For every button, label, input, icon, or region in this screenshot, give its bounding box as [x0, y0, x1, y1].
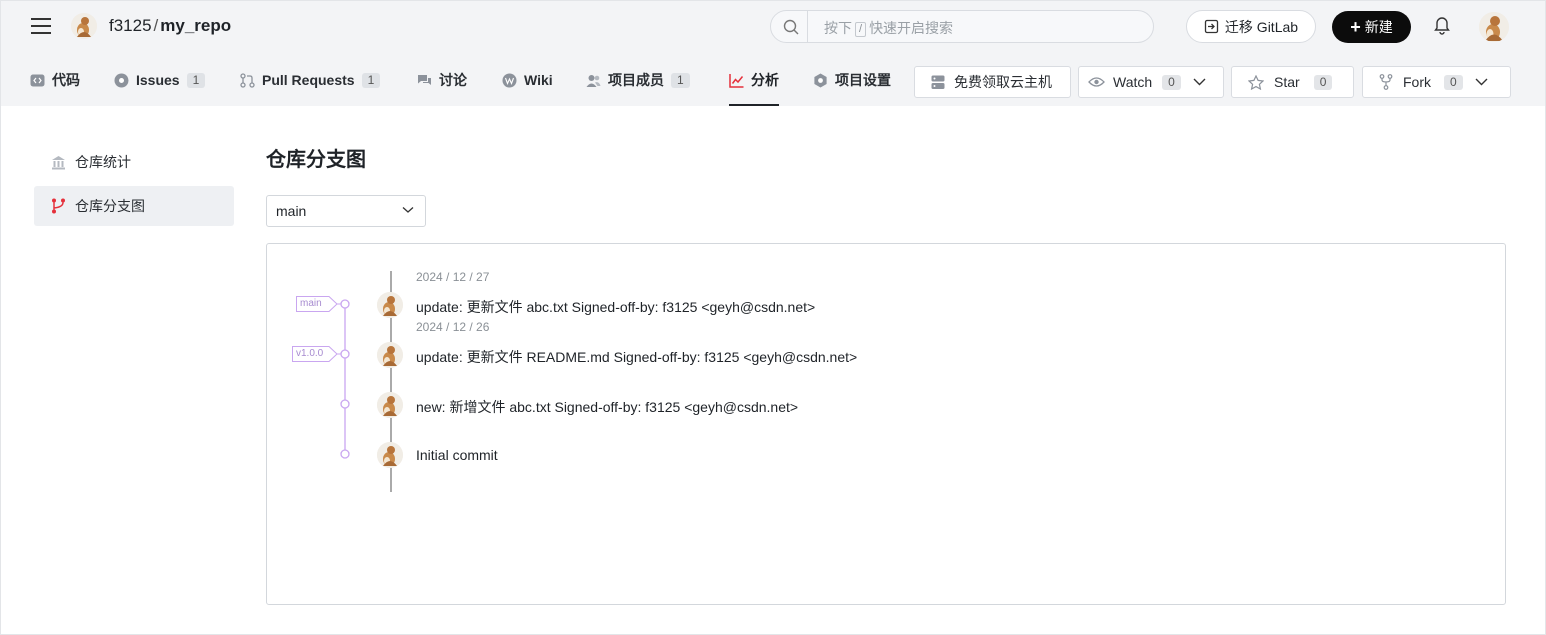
sidebar-item-branch-graph[interactable]: 仓库分支图: [34, 186, 234, 226]
sidebar-item-repo-stats[interactable]: 仓库统计: [34, 142, 234, 182]
commit-author-avatar: [377, 442, 403, 468]
fork-count: 0: [1444, 74, 1463, 90]
star-icon: [1248, 74, 1264, 90]
repo-nav: 代码 Issues 1 Pull Requests 1 讨论 Wiki 项目成员…: [1, 54, 1545, 106]
commit-message[interactable]: Initial commit: [416, 447, 498, 463]
search-placeholder: 按下 / 快速开启搜索: [824, 18, 953, 38]
chevron-down-icon[interactable]: [1475, 78, 1488, 86]
repo-owner-avatar[interactable]: [71, 13, 97, 39]
tab-discussions-label: 讨论: [439, 72, 467, 88]
repo-stats-icon: [52, 155, 65, 169]
commit-node: [340, 399, 350, 409]
star-count: 0: [1313, 74, 1333, 90]
search-icon: [783, 19, 799, 35]
tab-members[interactable]: 项目成员 1: [586, 54, 690, 106]
migrate-gitlab-label: 迁移 GitLab: [1224, 18, 1299, 35]
chevron-down-icon[interactable]: [1193, 78, 1206, 86]
branch-graph: main v1.0.0 2024 / 12 / 27 2024 / 12 / 2…: [266, 243, 1506, 605]
repo-breadcrumb: f3125/my_repo: [109, 16, 231, 36]
notification-bell-icon[interactable]: [1433, 15, 1451, 35]
search-placeholder-suffix: 快速开启搜索: [869, 20, 954, 36]
ref-tag-v1: v1.0.0: [296, 348, 324, 359]
commit-message[interactable]: update: 更新文件 README.md Signed-off-by: f3…: [416, 347, 857, 367]
branch-graph-icon: [52, 198, 65, 214]
tab-settings[interactable]: 项目设置: [813, 54, 891, 106]
tab-members-count: 1: [671, 72, 690, 88]
commit-message[interactable]: update: 更新文件 abc.txt Signed-off-by: f312…: [416, 297, 815, 317]
plus-icon: +: [1350, 17, 1361, 37]
server-icon: [931, 75, 945, 89]
search-shortcut-key: /: [855, 22, 867, 37]
commit-node: [340, 349, 350, 359]
chart-icon: [729, 73, 744, 88]
tab-code-label: 代码: [52, 72, 80, 88]
tab-pull-requests-label: Pull Requests: [262, 72, 355, 88]
tab-pull-requests[interactable]: Pull Requests 1: [240, 54, 381, 106]
top-header: f3125/my_repo 按下 / 快速开启搜索 迁移 GitLab + 新建: [1, 1, 1545, 53]
tab-pull-requests-count: 1: [361, 72, 381, 88]
fork-label: Fork: [1403, 74, 1431, 90]
tab-wiki-label: Wiki: [524, 72, 553, 88]
wiki-icon: [502, 73, 517, 87]
commit-date: 2024 / 12 / 27: [416, 270, 490, 284]
tab-wiki[interactable]: Wiki: [502, 54, 553, 106]
tab-issues-label: Issues: [136, 72, 180, 88]
tab-analysis[interactable]: 分析: [729, 54, 779, 106]
issue-icon: [114, 73, 129, 87]
sidebar-item-label: 仓库分支图: [75, 198, 145, 214]
branch-select[interactable]: main: [266, 195, 426, 227]
repo-name-link[interactable]: my_repo: [160, 16, 231, 35]
commit-author-avatar: [377, 392, 403, 418]
commit-date: 2024 / 12 / 26: [416, 320, 490, 334]
star-button[interactable]: Star 0: [1231, 66, 1354, 98]
tab-issues-count: 1: [186, 72, 206, 88]
commit-message[interactable]: new: 新增文件 abc.txt Signed-off-by: f3125 <…: [416, 397, 798, 417]
watch-label: Watch: [1113, 74, 1153, 90]
eye-icon: [1088, 77, 1105, 87]
tab-members-label: 项目成员: [608, 72, 664, 88]
tab-issues[interactable]: Issues 1: [114, 54, 206, 106]
tab-code[interactable]: 代码: [30, 54, 80, 106]
commit-node: [340, 449, 350, 459]
sidebar-item-label: 仓库统计: [75, 154, 131, 170]
tab-discussions[interactable]: 讨论: [417, 54, 467, 106]
import-icon: [1204, 19, 1219, 34]
discussion-icon: [418, 74, 431, 85]
pull-request-icon: [240, 72, 255, 88]
page-title: 仓库分支图: [266, 149, 366, 171]
commit-node: [340, 299, 350, 309]
repo-owner-link[interactable]: f3125: [109, 16, 152, 35]
watch-button[interactable]: Watch 0: [1078, 66, 1224, 98]
tab-analysis-label: 分析: [751, 72, 779, 88]
breadcrumb-separator: /: [153, 16, 159, 35]
search-placeholder-prefix: 按下: [824, 20, 852, 36]
user-avatar[interactable]: [1479, 12, 1509, 42]
branch-select-value: main: [276, 203, 307, 219]
free-cloud-host-button[interactable]: 免费领取云主机: [914, 66, 1071, 98]
settings-icon: [814, 73, 827, 87]
members-icon: [586, 74, 601, 87]
menu-icon[interactable]: [31, 16, 53, 36]
watch-count: 0: [1162, 74, 1181, 90]
free-cloud-host-label: 免费领取云主机: [954, 74, 1052, 90]
fork-icon: [1379, 74, 1393, 90]
star-label: Star: [1274, 74, 1300, 90]
search-input[interactable]: 按下 / 快速开启搜索: [770, 10, 1154, 43]
commit-author-avatar: [377, 292, 403, 318]
search-divider: [807, 11, 808, 42]
chevron-down-icon: [402, 207, 414, 213]
migrate-gitlab-button[interactable]: 迁移 GitLab: [1186, 10, 1316, 43]
code-icon: [30, 74, 45, 86]
main-content: 仓库统计 仓库分支图 仓库分支图 main main v1.0.0 2024 /…: [1, 106, 1545, 634]
tab-settings-label: 项目设置: [835, 72, 891, 88]
fork-button[interactable]: Fork 0: [1362, 66, 1511, 98]
new-button[interactable]: + 新建: [1332, 11, 1411, 43]
ref-tag-main: main: [300, 298, 322, 309]
new-button-label: 新建: [1364, 19, 1393, 35]
commit-author-avatar: [377, 342, 403, 368]
